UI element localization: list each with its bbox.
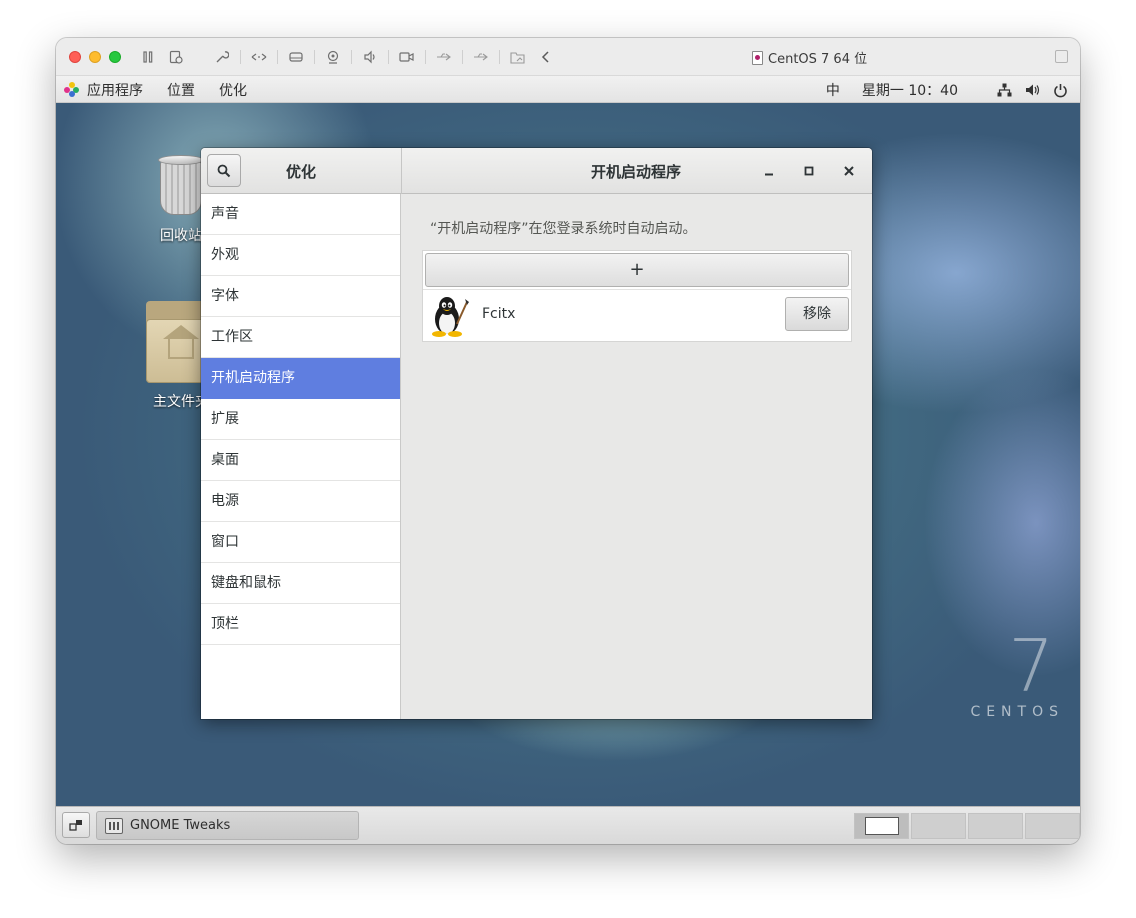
list-item: Fcitx 移除	[423, 289, 851, 341]
sidebar-item-fonts[interactable]: 字体	[201, 276, 400, 317]
maximize-icon	[804, 166, 814, 176]
add-startup-app-button[interactable]: +	[425, 253, 849, 287]
startup-description: “开机启动程序”在您登录系统时自动启动。	[430, 221, 697, 237]
sidebar-item-sound[interactable]: 声音	[201, 194, 400, 235]
taskbar-item-gnome-tweaks[interactable]: GNOME Tweaks	[96, 811, 359, 840]
startup-app-list: + Fcitx 移除	[422, 250, 852, 342]
wrench-icon[interactable]	[212, 47, 232, 67]
sidebar-item-appearance[interactable]: 外观	[201, 235, 400, 276]
workspace-3[interactable]	[968, 813, 1023, 839]
sidebar-item-top-bar[interactable]: 顶栏	[201, 604, 400, 645]
remove-startup-app-button[interactable]: 移除	[785, 297, 849, 331]
tweaks-app-icon	[105, 817, 123, 834]
snapshot-icon[interactable]	[166, 47, 186, 67]
maximize-button[interactable]	[798, 160, 820, 182]
document-icon	[752, 50, 763, 65]
chevron-left-icon[interactable]	[536, 47, 556, 67]
vm-title-text: CentOS 7 64 位	[768, 52, 868, 67]
workspace-2[interactable]	[911, 813, 966, 839]
traffic-lights	[69, 51, 121, 63]
vm-toolbar	[138, 47, 564, 67]
close-button[interactable]	[838, 160, 860, 182]
centos-logo: 7 CENTOS	[970, 630, 1064, 720]
sidebar-item-windows[interactable]: 窗口	[201, 522, 400, 563]
sidebar-item-startup-applications[interactable]: 开机启动程序	[201, 358, 400, 399]
usb-icon[interactable]	[434, 47, 454, 67]
startup-app-name: Fcitx	[482, 306, 516, 322]
minimize-window-button[interactable]	[89, 51, 101, 63]
power-icon[interactable]	[1052, 82, 1068, 98]
clock[interactable]: 星期一 10：40	[862, 80, 958, 100]
maximize-window-button[interactable]	[109, 51, 121, 63]
workspace-1[interactable]	[854, 813, 909, 839]
vm-title: CentOS 7 64 位	[752, 48, 867, 67]
vm-window: CentOS 7 64 位 应用程序 位置 优化 中 星期一 10：40 回收站…	[56, 38, 1080, 844]
sidebar-item-workspaces[interactable]: 工作区	[201, 317, 400, 358]
show-desktop-button[interactable]	[62, 812, 90, 838]
tweaks-sidebar: 声音 外观 字体 工作区 开机启动程序 扩展 桌面 电源 窗口 键盘和鼠标 顶栏	[201, 194, 401, 719]
sidebar-item-extensions[interactable]: 扩展	[201, 399, 400, 440]
menu-tweaks[interactable]: 优化	[219, 80, 247, 100]
applications-icon[interactable]	[64, 82, 80, 98]
centos-logo-number: 7	[1008, 624, 1055, 708]
shared-folder-icon[interactable]	[508, 47, 528, 67]
tweaks-app-title: 优化	[285, 163, 316, 181]
show-desktop-icon	[69, 820, 82, 831]
search-icon	[217, 164, 231, 177]
camera-icon[interactable]	[323, 47, 343, 67]
close-window-button[interactable]	[69, 51, 81, 63]
menu-applications[interactable]: 应用程序	[87, 80, 143, 100]
workspace-switcher	[854, 813, 1080, 839]
window-list-taskbar: GNOME Tweaks	[56, 806, 1080, 844]
hard-disk-icon[interactable]	[286, 47, 306, 67]
centos-logo-text: CENTOS	[970, 704, 1064, 720]
input-method-indicator[interactable]: 中	[826, 80, 840, 100]
video-camera-icon[interactable]	[397, 47, 417, 67]
menu-places[interactable]: 位置	[167, 80, 195, 100]
tweaks-window: 优化 开机启动程序 声音 外观 字体 工作区 开机启动程序 扩展 桌面 电源 窗…	[201, 148, 872, 719]
desktop: 回收站 主文件夹 7 CENTOS 优化 开机启动程序 声音 外观 字体 工作区…	[56, 103, 1080, 806]
taskbar-item-label: GNOME Tweaks	[130, 818, 231, 833]
pause-icon[interactable]	[138, 47, 158, 67]
tux-penguin-icon	[432, 297, 469, 337]
speaker-icon[interactable]	[360, 47, 380, 67]
minimize-button[interactable]	[758, 160, 780, 182]
minimize-icon	[765, 173, 773, 176]
page-title: 开机启动程序	[590, 163, 681, 181]
sidebar-item-desktop[interactable]: 桌面	[201, 440, 400, 481]
vm-titlebar: CentOS 7 64 位	[56, 38, 1080, 76]
trash-icon	[156, 155, 206, 217]
tweaks-content: “开机启动程序”在您登录系统时自动启动。 + Fcitx 移除	[402, 194, 872, 719]
search-button[interactable]	[207, 154, 241, 187]
restore-icon[interactable]	[1055, 50, 1068, 63]
gnome-topbar: 应用程序 位置 优化 中 星期一 10：40	[56, 76, 1080, 103]
workspace-4[interactable]	[1025, 813, 1080, 839]
volume-icon[interactable]	[1024, 82, 1040, 98]
sidebar-item-power[interactable]: 电源	[201, 481, 400, 522]
tweaks-headerbar: 优化 开机启动程序	[201, 148, 872, 194]
network-icon[interactable]	[996, 82, 1012, 98]
close-icon	[844, 166, 854, 176]
sidebar-item-keyboard-mouse[interactable]: 键盘和鼠标	[201, 563, 400, 604]
usb-icon-2[interactable]	[471, 47, 491, 67]
network-arrows-icon[interactable]	[249, 47, 269, 67]
